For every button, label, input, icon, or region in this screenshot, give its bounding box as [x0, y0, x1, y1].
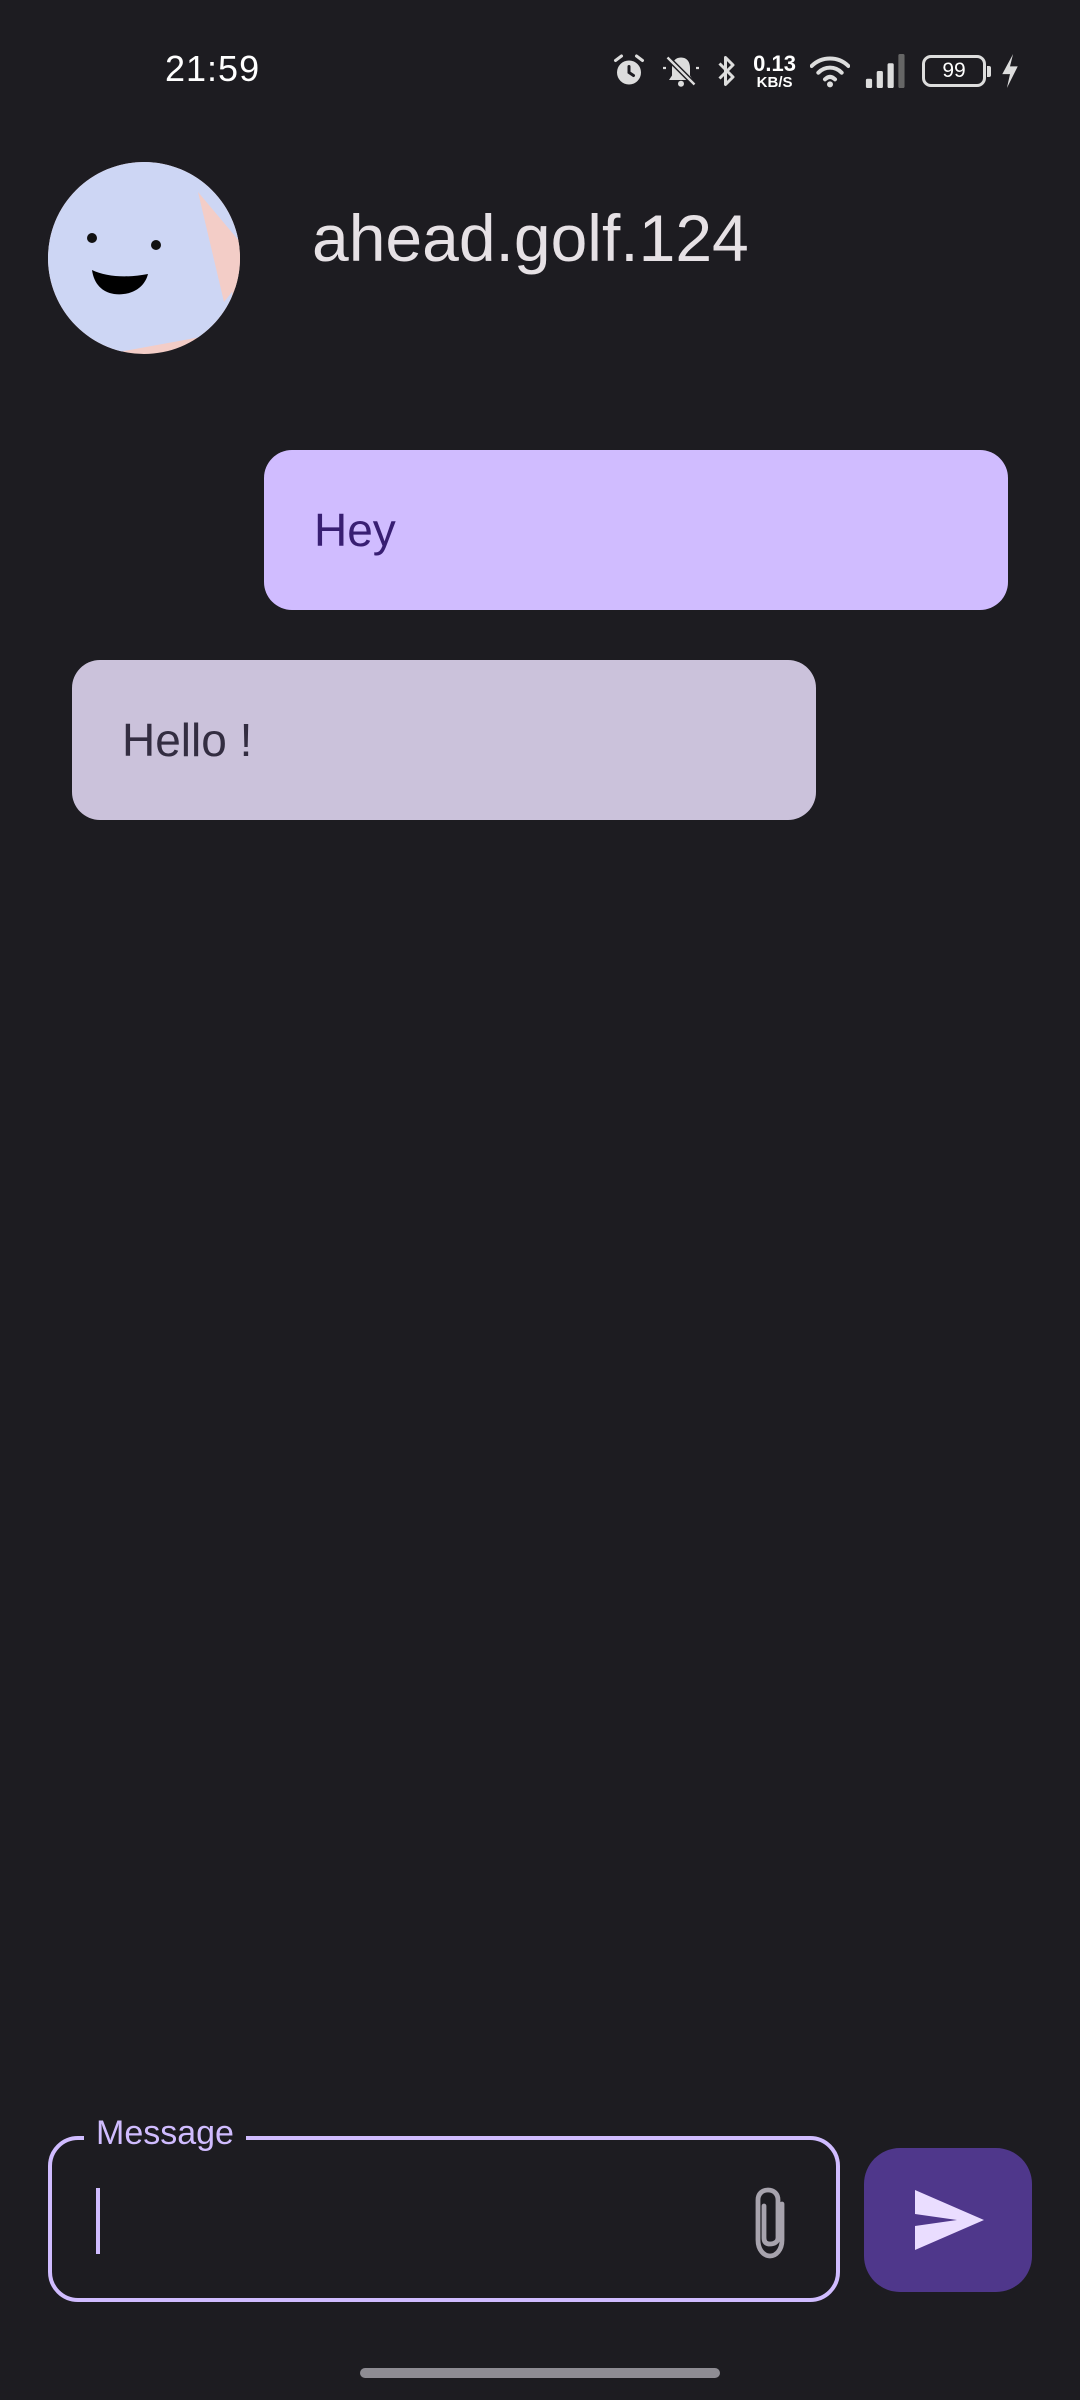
signal-icon — [865, 54, 905, 88]
status-bar: 21:59 0.13 KB/S 99 — [0, 0, 1080, 140]
bell-muted-icon — [663, 55, 700, 87]
message-text: Hello ! — [122, 714, 253, 766]
composer: Message — [0, 2114, 1080, 2320]
status-time: 21:59 — [165, 48, 261, 89]
chat-header: ahead.golf.124 — [0, 160, 1080, 360]
text-caret — [96, 2188, 100, 2254]
wifi-icon — [810, 56, 850, 88]
status-icons: 0.13 KB/S 99 — [611, 48, 1020, 94]
smiley-avatar-icon — [48, 162, 240, 354]
send-icon — [915, 2190, 984, 2250]
message-text: Hey — [314, 504, 396, 556]
bluetooth-icon — [718, 56, 735, 86]
avatar[interactable] — [48, 162, 240, 354]
battery-level: 99 — [942, 59, 966, 82]
send-button[interactable] — [864, 2148, 1032, 2292]
alarm-icon — [614, 54, 645, 85]
contact-name[interactable]: ahead.golf.124 — [312, 200, 749, 276]
incoming-message-bubble[interactable]: Hello ! — [72, 660, 816, 820]
chat-screen: 21:59 0.13 KB/S 99 ahead.golf.124 Hey He… — [0, 0, 1080, 2400]
net-speed-unit: KB/S — [756, 73, 793, 91]
charging-icon — [1002, 54, 1018, 88]
message-input-label: Message — [84, 2114, 246, 2153]
message-input[interactable]: Message — [48, 2114, 840, 2302]
outgoing-message-bubble[interactable]: Hey — [264, 450, 1008, 610]
paperclip-icon[interactable] — [746, 2184, 794, 2260]
net-speed-value: 0.13 — [753, 50, 796, 76]
net-speed: 0.13 KB/S — [753, 50, 796, 91]
battery-icon: 99 — [922, 55, 991, 87]
navigation-handle[interactable] — [360, 2368, 720, 2378]
